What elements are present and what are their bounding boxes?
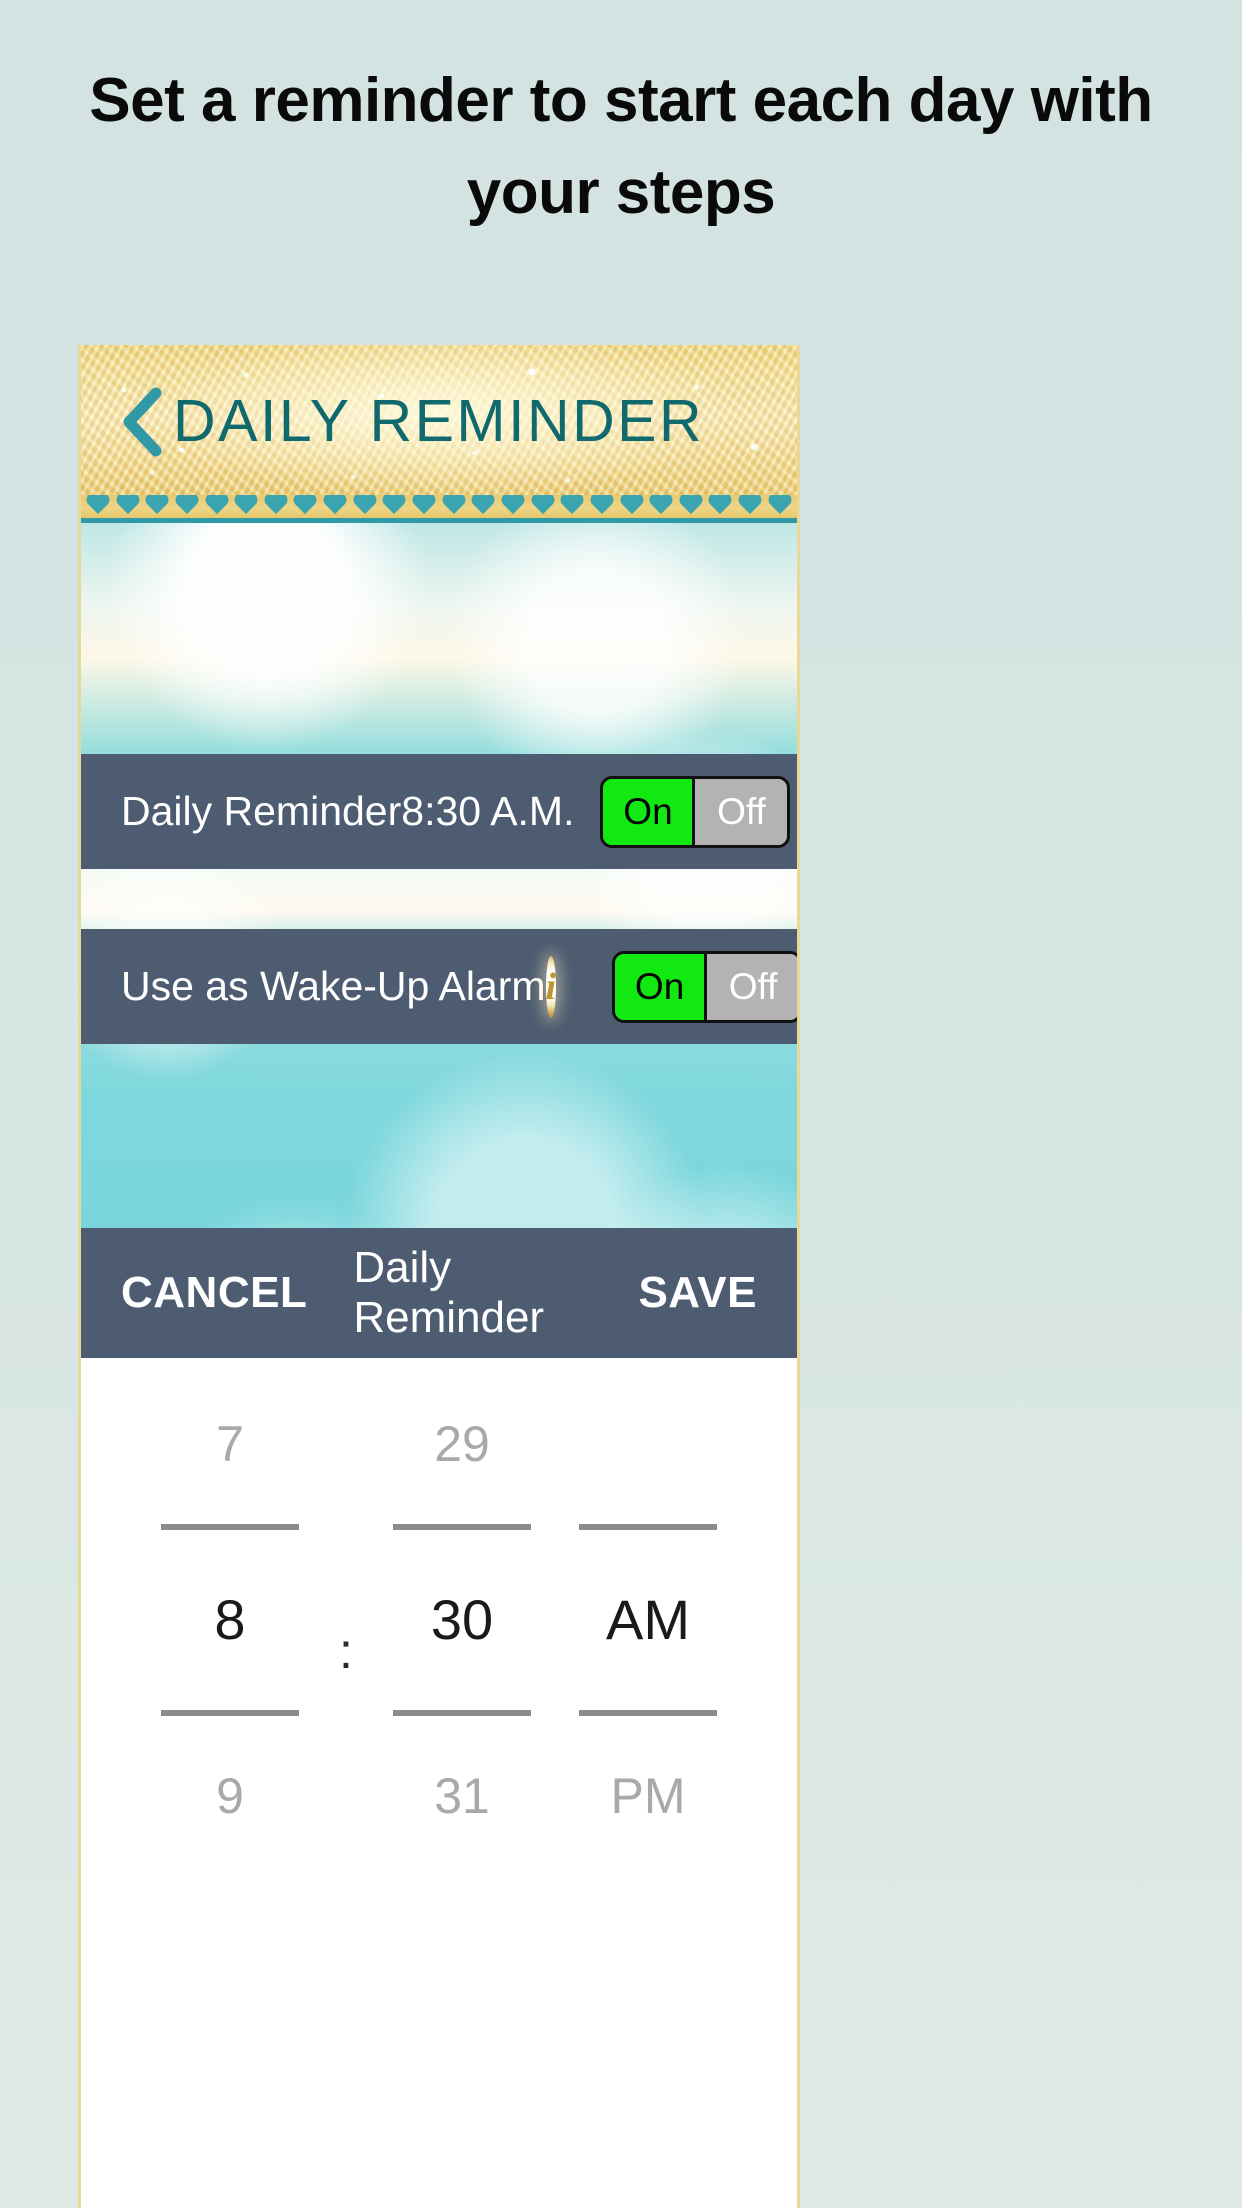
hour-rule-bottom [161,1710,299,1716]
heart-icon [619,495,645,517]
heart-icon [352,495,378,517]
heart-icon [707,495,733,517]
time-separator: : [339,1623,353,1679]
dialog-title: Daily Reminder [353,1243,545,1342]
heart-icon [530,495,556,517]
app-bar-title: DAILY REMINDER [173,388,705,454]
heart-icon [559,495,585,517]
setting-label: Daily Reminder [121,788,402,834]
promo-heading: Set a reminder to start each day with yo… [89,66,1153,227]
info-circle-icon[interactable]: i [545,955,557,1018]
heart-icon [441,495,467,517]
chevron-left-icon[interactable] [107,386,179,458]
heart-icon [589,495,615,517]
meridiem-column[interactable]: AM PM [555,1416,741,1824]
minute-previous-value[interactable]: 29 [434,1416,490,1472]
meridiem-rule-top [579,1524,717,1530]
heart-icon [500,495,526,517]
heart-icon [144,495,170,517]
heart-border [81,495,797,523]
heart-icon [174,495,200,517]
heart-icon [381,495,407,517]
heart-row [81,495,797,517]
hour-rule-top [161,1524,299,1530]
meridiem-selected-value[interactable]: AM [606,1592,690,1648]
setting-label: Use as Wake-Up Alarm [121,963,546,1009]
heart-icon [292,495,318,517]
heart-icon [767,495,793,517]
meridiem-rule-bottom [579,1710,717,1716]
app-content: Daily Reminder 8:30 A.M. On Off Use as W… [81,523,797,2208]
minute-rule-bottom [393,1710,531,1716]
reminder-time-value[interactable]: 8:30 A.M. [401,788,574,835]
phone-screenshot: DAILY REMINDER Daily Reminder 8:30 A.M. … [78,345,800,2208]
minute-column[interactable]: 29 30 31 [369,1416,555,1824]
heart-icon [737,495,763,517]
heart-icon [115,495,141,517]
heart-icon [204,495,230,517]
heart-icon [85,495,111,517]
hour-next-value[interactable]: 9 [216,1768,244,1824]
meridiem-next-value[interactable]: PM [611,1768,686,1824]
toggle-on-segment[interactable]: On [603,778,696,845]
heart-icon [411,495,437,517]
heart-icon [233,495,259,517]
hour-selected-value[interactable]: 8 [214,1592,245,1648]
hour-column[interactable]: 7 8 9 [137,1416,323,1824]
heart-icon [648,495,674,517]
heart-icon [470,495,496,517]
setting-row-wake-up-alarm[interactable]: Use as Wake-Up Alarm i On Off [81,929,797,1044]
cancel-button[interactable]: CANCEL [121,1268,307,1318]
heart-icon [322,495,348,517]
toggle-off-segment[interactable]: Off [695,778,788,845]
heart-icon [678,495,704,517]
setting-row-daily-reminder[interactable]: Daily Reminder 8:30 A.M. On Off [81,754,797,869]
toggle-on-segment[interactable]: On [615,953,708,1020]
hour-previous-value[interactable]: 7 [216,1416,244,1472]
app-bar: DAILY REMINDER [81,345,797,495]
dialog-action-bar: CANCEL Daily Reminder SAVE [81,1228,797,1358]
minute-selected-value[interactable]: 30 [431,1592,493,1648]
daily-reminder-toggle[interactable]: On Off [600,775,791,848]
toggle-off-segment[interactable]: Off [707,953,797,1020]
save-button[interactable]: SAVE [638,1268,757,1318]
minute-next-value[interactable]: 31 [434,1768,490,1824]
minute-rule-top [393,1524,531,1530]
wake-up-alarm-toggle[interactable]: On Off [612,950,797,1023]
heart-icon [263,495,289,517]
time-picker[interactable]: 7 8 9 : 29 30 31 AM PM [81,1358,797,2208]
